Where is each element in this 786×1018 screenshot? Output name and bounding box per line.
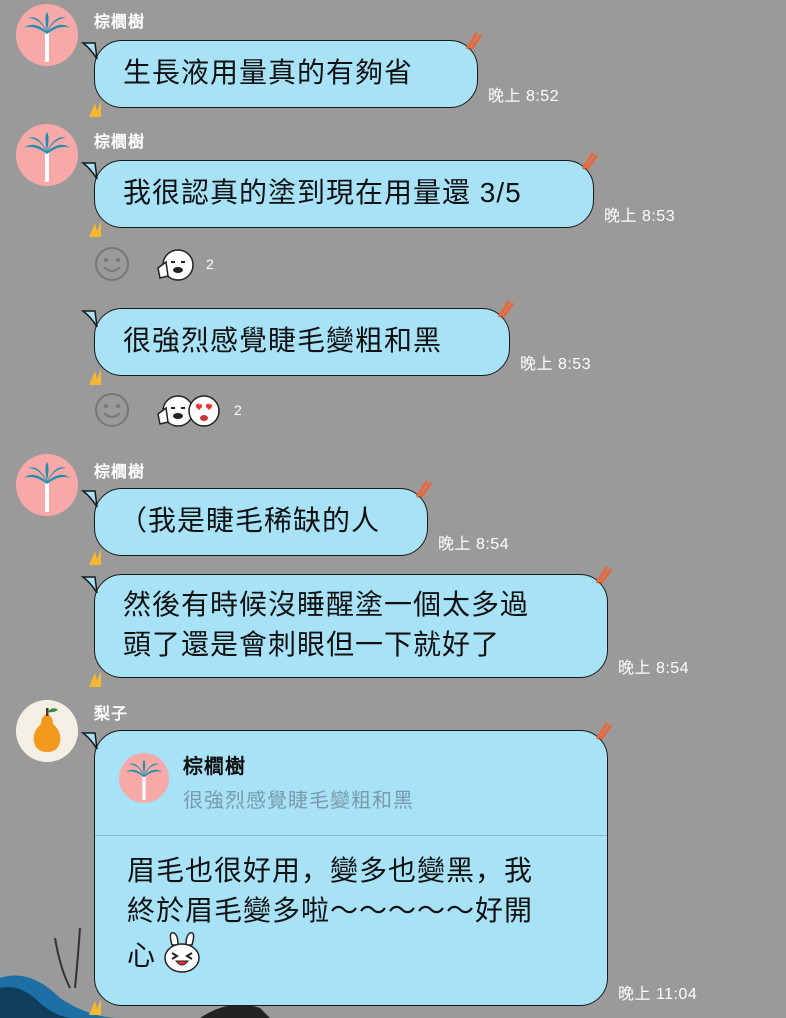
sticker-reaction-icon[interactable] [156,248,196,282]
quoted-sender-avatar [119,753,169,803]
message-time: 晚上 8:53 [520,356,592,373]
bubble-decoration [497,300,515,318]
palm-tree-icon [16,124,78,186]
sender-name: 棕櫚樹 [94,14,146,31]
bubble-decoration [89,999,101,1015]
sender-name: 棕櫚樹 [94,464,146,481]
bubble-tail [81,162,98,180]
reply-text: 眉毛也很好用，變多也變黑，我 終於眉毛變多啦～～～～～好開 心 [127,851,587,976]
bubble-decoration [89,671,101,687]
smile-icon[interactable] [94,392,130,428]
bubble-tail [81,576,98,594]
bubble-decoration [465,32,483,50]
bubble-tail [81,310,98,328]
palm-tree-icon [16,4,78,66]
bubble-decoration [89,369,101,385]
message-time: 晚上 11:04 [618,986,698,1003]
sticker-reaction-icon[interactable] [156,394,222,428]
message-time: 晚上 8:53 [604,208,676,225]
reaction-count: 2 [234,402,242,418]
palm-tree-icon [16,454,78,516]
message-time: 晚上 8:54 [438,536,510,553]
message-bubble[interactable]: （我是睫毛稀缺的人 [81,480,433,565]
bubble-decoration [89,549,101,565]
quoted-sender-name: 棕櫚樹 [183,756,246,778]
smile-icon[interactable] [94,246,130,282]
bunny-emoji-icon [164,932,200,973]
message-bubble[interactable]: 然後有時候沒睡醒塗一個太多過 頭了還是會刺眼但一下就好了 [81,566,613,687]
bubble-decoration [581,152,599,170]
message-text-line: 頭了還是會刺眼但一下就好了 [123,629,501,660]
message-text-line: 終於眉毛變多啦～～～～～好開 [127,895,534,926]
message-bubble[interactable]: 生長液用量真的有夠省 [81,32,483,117]
sender-avatar[interactable] [16,124,78,186]
message-text: 很強烈感覺睫毛變粗和黑 [123,325,443,356]
sender-avatar[interactable] [16,700,78,762]
message-bubble[interactable]: 我很認真的塗到現在用量還 3/5 [81,152,599,237]
message-bubble[interactable]: 很強烈感覺睫毛變粗和黑 [81,300,515,385]
reaction-row: 2 [94,392,274,432]
bubble-decoration [89,221,101,237]
sender-name: 梨子 [94,706,129,723]
message-text-line: 心 [127,940,157,971]
reaction-row: 2 [94,246,254,286]
reply-message-bubble[interactable]: 棕櫚樹 很強烈感覺睫毛變粗和黑 眉毛也很好用，變多也變黑，我 終於眉毛變多啦～～… [81,722,613,1015]
bubble-tail [81,490,98,508]
palm-tree-icon [119,753,169,803]
message-text: （我是睫毛稀缺的人 [119,505,381,536]
sender-name: 棕櫚樹 [94,134,146,151]
sender-avatar[interactable] [16,4,78,66]
bubble-tail [81,42,98,60]
message-time: 晚上 8:52 [488,88,560,105]
message-time: 晚上 8:54 [618,660,690,677]
message-text: 生長液用量真的有夠省 [123,57,414,88]
bubble-decoration [595,566,613,584]
reaction-count: 2 [206,256,214,272]
message-text: 我很認真的塗到現在用量還 3/5 [123,177,522,208]
sender-avatar[interactable] [16,454,78,516]
bubble-decoration [89,101,101,117]
quoted-text: 很強烈感覺睫毛變粗和黑 [183,790,414,812]
message-text-line: 眉毛也很好用，變多也變黑，我 [127,855,534,886]
bubble-decoration [415,480,433,498]
message-text-line: 然後有時候沒睡醒塗一個太多過 [123,589,530,620]
quoted-message[interactable]: 棕櫚樹 很強烈感覺睫毛變粗和黑 [95,731,607,836]
pear-icon [16,700,78,762]
